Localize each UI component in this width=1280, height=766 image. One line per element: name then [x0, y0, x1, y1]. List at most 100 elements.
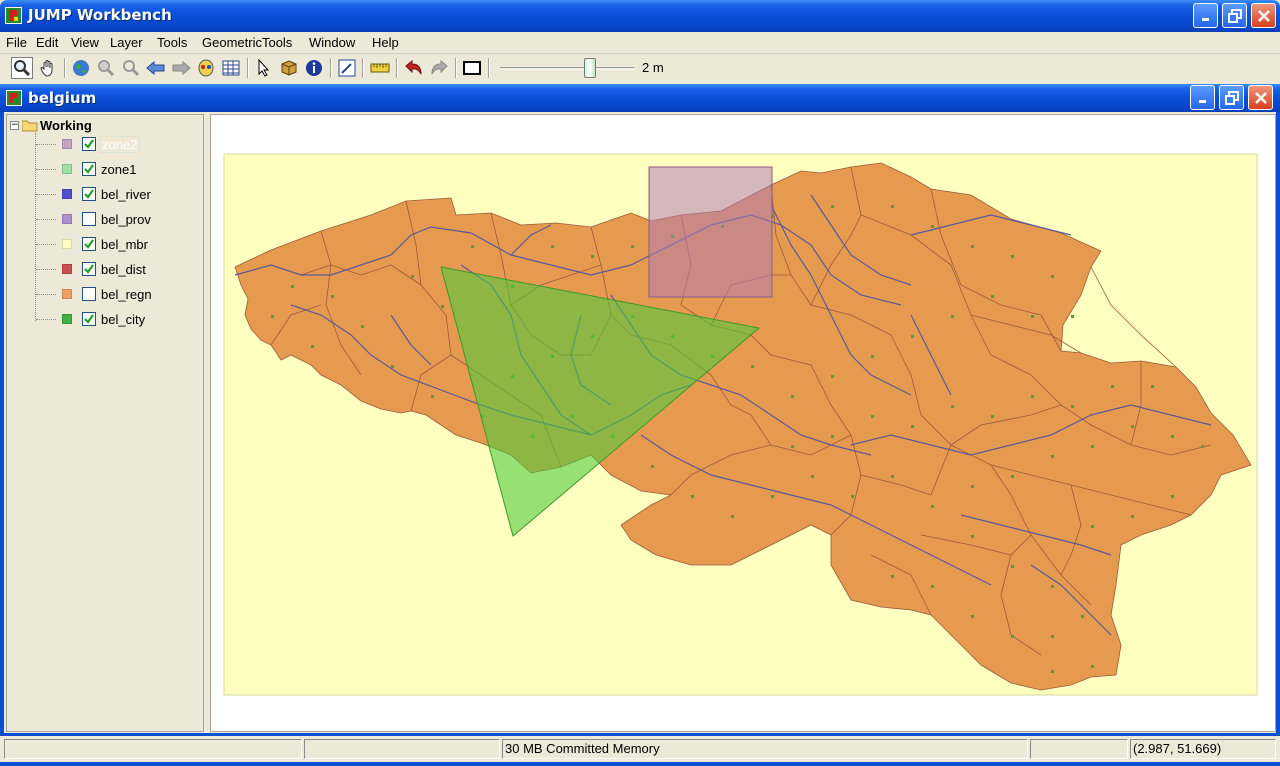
pointer-icon: [258, 59, 270, 77]
layer-row-zone2[interactable]: zone2: [36, 133, 141, 157]
minimize-button[interactable]: [1193, 3, 1218, 28]
folder-icon: [22, 120, 38, 131]
category-label: Working: [40, 117, 92, 133]
layer-row-bel-dist[interactable]: bel_dist: [36, 259, 148, 279]
frame-minimize-button[interactable]: [1190, 85, 1215, 110]
close-icon: [1254, 91, 1267, 104]
scale-label: 2 m: [642, 60, 664, 75]
layer-row-bel-city[interactable]: bel_city: [36, 309, 147, 329]
layer-row-bel-prov[interactable]: bel_prov: [36, 209, 153, 229]
collapse-toggle-icon[interactable]: −: [10, 120, 19, 130]
undo-button[interactable]: [403, 57, 425, 79]
layer-row-bel-regn[interactable]: bel_regn: [36, 284, 154, 304]
edit-geometry-button[interactable]: [336, 57, 358, 79]
zoom-previous-button[interactable]: [145, 57, 167, 79]
layer-name: bel_prov: [101, 211, 151, 227]
maximize-button[interactable]: [1222, 3, 1247, 28]
toolbar-separator: [396, 58, 398, 78]
layer-visibility-checkbox[interactable]: [82, 137, 96, 151]
zoom-to-selection-button[interactable]: [95, 57, 117, 79]
layer-visibility-checkbox[interactable]: [82, 312, 96, 326]
status-cell-message: [4, 739, 302, 759]
edit-pencil-icon: [338, 59, 356, 77]
redo-button[interactable]: [428, 57, 450, 79]
close-icon: [1257, 9, 1270, 22]
feature-info-button[interactable]: [303, 57, 325, 79]
panel-splitter[interactable]: [204, 114, 209, 732]
tree-branch-line: [36, 318, 56, 320]
tree-branch-line: [36, 243, 56, 245]
restore-icon: [1224, 90, 1239, 105]
main-title-bar[interactable]: JUMP Workbench: [0, 0, 1280, 32]
menu-tools[interactable]: Tools: [157, 35, 187, 50]
arrow-right-icon: [172, 60, 191, 76]
layer-visibility-checkbox[interactable]: [82, 187, 96, 201]
menu-help[interactable]: Help: [372, 35, 399, 50]
menu-edit[interactable]: Edit: [36, 35, 58, 50]
layer-row-bel-mbr[interactable]: bel_mbr: [36, 234, 150, 254]
menu-file[interactable]: File: [6, 35, 27, 50]
layer-swatch: [62, 139, 72, 149]
tree-branch-line: [36, 143, 56, 145]
layer-name: bel_river: [101, 186, 151, 202]
frame-close-button[interactable]: [1248, 85, 1273, 110]
close-button[interactable]: [1251, 3, 1276, 28]
arrow-left-icon: [146, 60, 165, 76]
toolbar-separator: [362, 58, 364, 78]
zoom-to-fence-button[interactable]: [120, 57, 142, 79]
draw-rectangle-fence-button[interactable]: [461, 57, 483, 79]
menu-window[interactable]: Window: [309, 35, 355, 50]
layer-swatch: [62, 239, 72, 249]
layer-visibility-checkbox[interactable]: [82, 237, 96, 251]
checkmark-icon: [84, 239, 94, 249]
toolbar-separator: [330, 58, 332, 78]
frame-maximize-button[interactable]: [1219, 85, 1244, 110]
globe-icon: [73, 60, 89, 76]
checkmark-icon: [84, 164, 94, 174]
internal-frame-title-bar[interactable]: belgium: [0, 84, 1280, 112]
rectangle-icon: [463, 61, 481, 75]
layer-visibility-checkbox[interactable]: [82, 287, 96, 301]
menu-view[interactable]: View: [71, 35, 99, 50]
jump-frame-icon: [6, 90, 22, 106]
layer-visibility-checkbox[interactable]: [82, 262, 96, 276]
status-cell-scale: [1030, 739, 1128, 759]
layer-swatch: [62, 164, 72, 174]
layer-name: zone2: [99, 135, 141, 153]
zoom-tool-button[interactable]: [11, 57, 33, 79]
checkmark-icon: [84, 314, 94, 324]
zoom-fence-icon: [123, 60, 140, 77]
tree-branch-line: [36, 168, 56, 170]
toolbar-separator: [488, 58, 490, 78]
zoom-full-extent-button[interactable]: [70, 57, 92, 79]
zoom-slider-track[interactable]: [500, 67, 634, 70]
map-svg[interactable]: [211, 115, 1276, 732]
tree-branch-line: [36, 193, 56, 195]
table-icon: [222, 60, 240, 76]
measure-button[interactable]: [369, 57, 391, 79]
category-working[interactable]: − Working: [10, 116, 92, 134]
layer-swatch: [62, 264, 72, 274]
toolbar-separator: [64, 58, 66, 78]
zoom-to-layer-button[interactable]: [195, 57, 217, 79]
select-features-button[interactable]: [253, 57, 275, 79]
menu-geometric-tools[interactable]: GeometricTools: [202, 35, 292, 50]
zoom-next-button[interactable]: [170, 57, 192, 79]
pan-tool-button[interactable]: [37, 57, 59, 79]
layer-name: zone1: [101, 161, 137, 177]
select-part-button[interactable]: [278, 57, 300, 79]
menu-layer[interactable]: Layer: [110, 35, 143, 50]
zoom-slider-thumb[interactable]: [584, 58, 596, 78]
layer-row-bel-river[interactable]: bel_river: [36, 184, 153, 204]
layer-row-zone1[interactable]: zone1: [36, 159, 138, 179]
layer-visibility-checkbox[interactable]: [82, 212, 96, 226]
tree-branch-line: [36, 293, 56, 295]
layer-name: bel_city: [101, 311, 146, 327]
layer-visibility-checkbox[interactable]: [82, 162, 96, 176]
map-canvas[interactable]: [210, 114, 1276, 732]
attribute-table-button[interactable]: [220, 57, 242, 79]
hand-icon: [40, 60, 53, 77]
toolbar-separator: [247, 58, 249, 78]
menu-bar: File Edit View Layer Tools GeometricTool…: [0, 32, 1280, 54]
layer-name: bel_dist: [101, 261, 146, 277]
